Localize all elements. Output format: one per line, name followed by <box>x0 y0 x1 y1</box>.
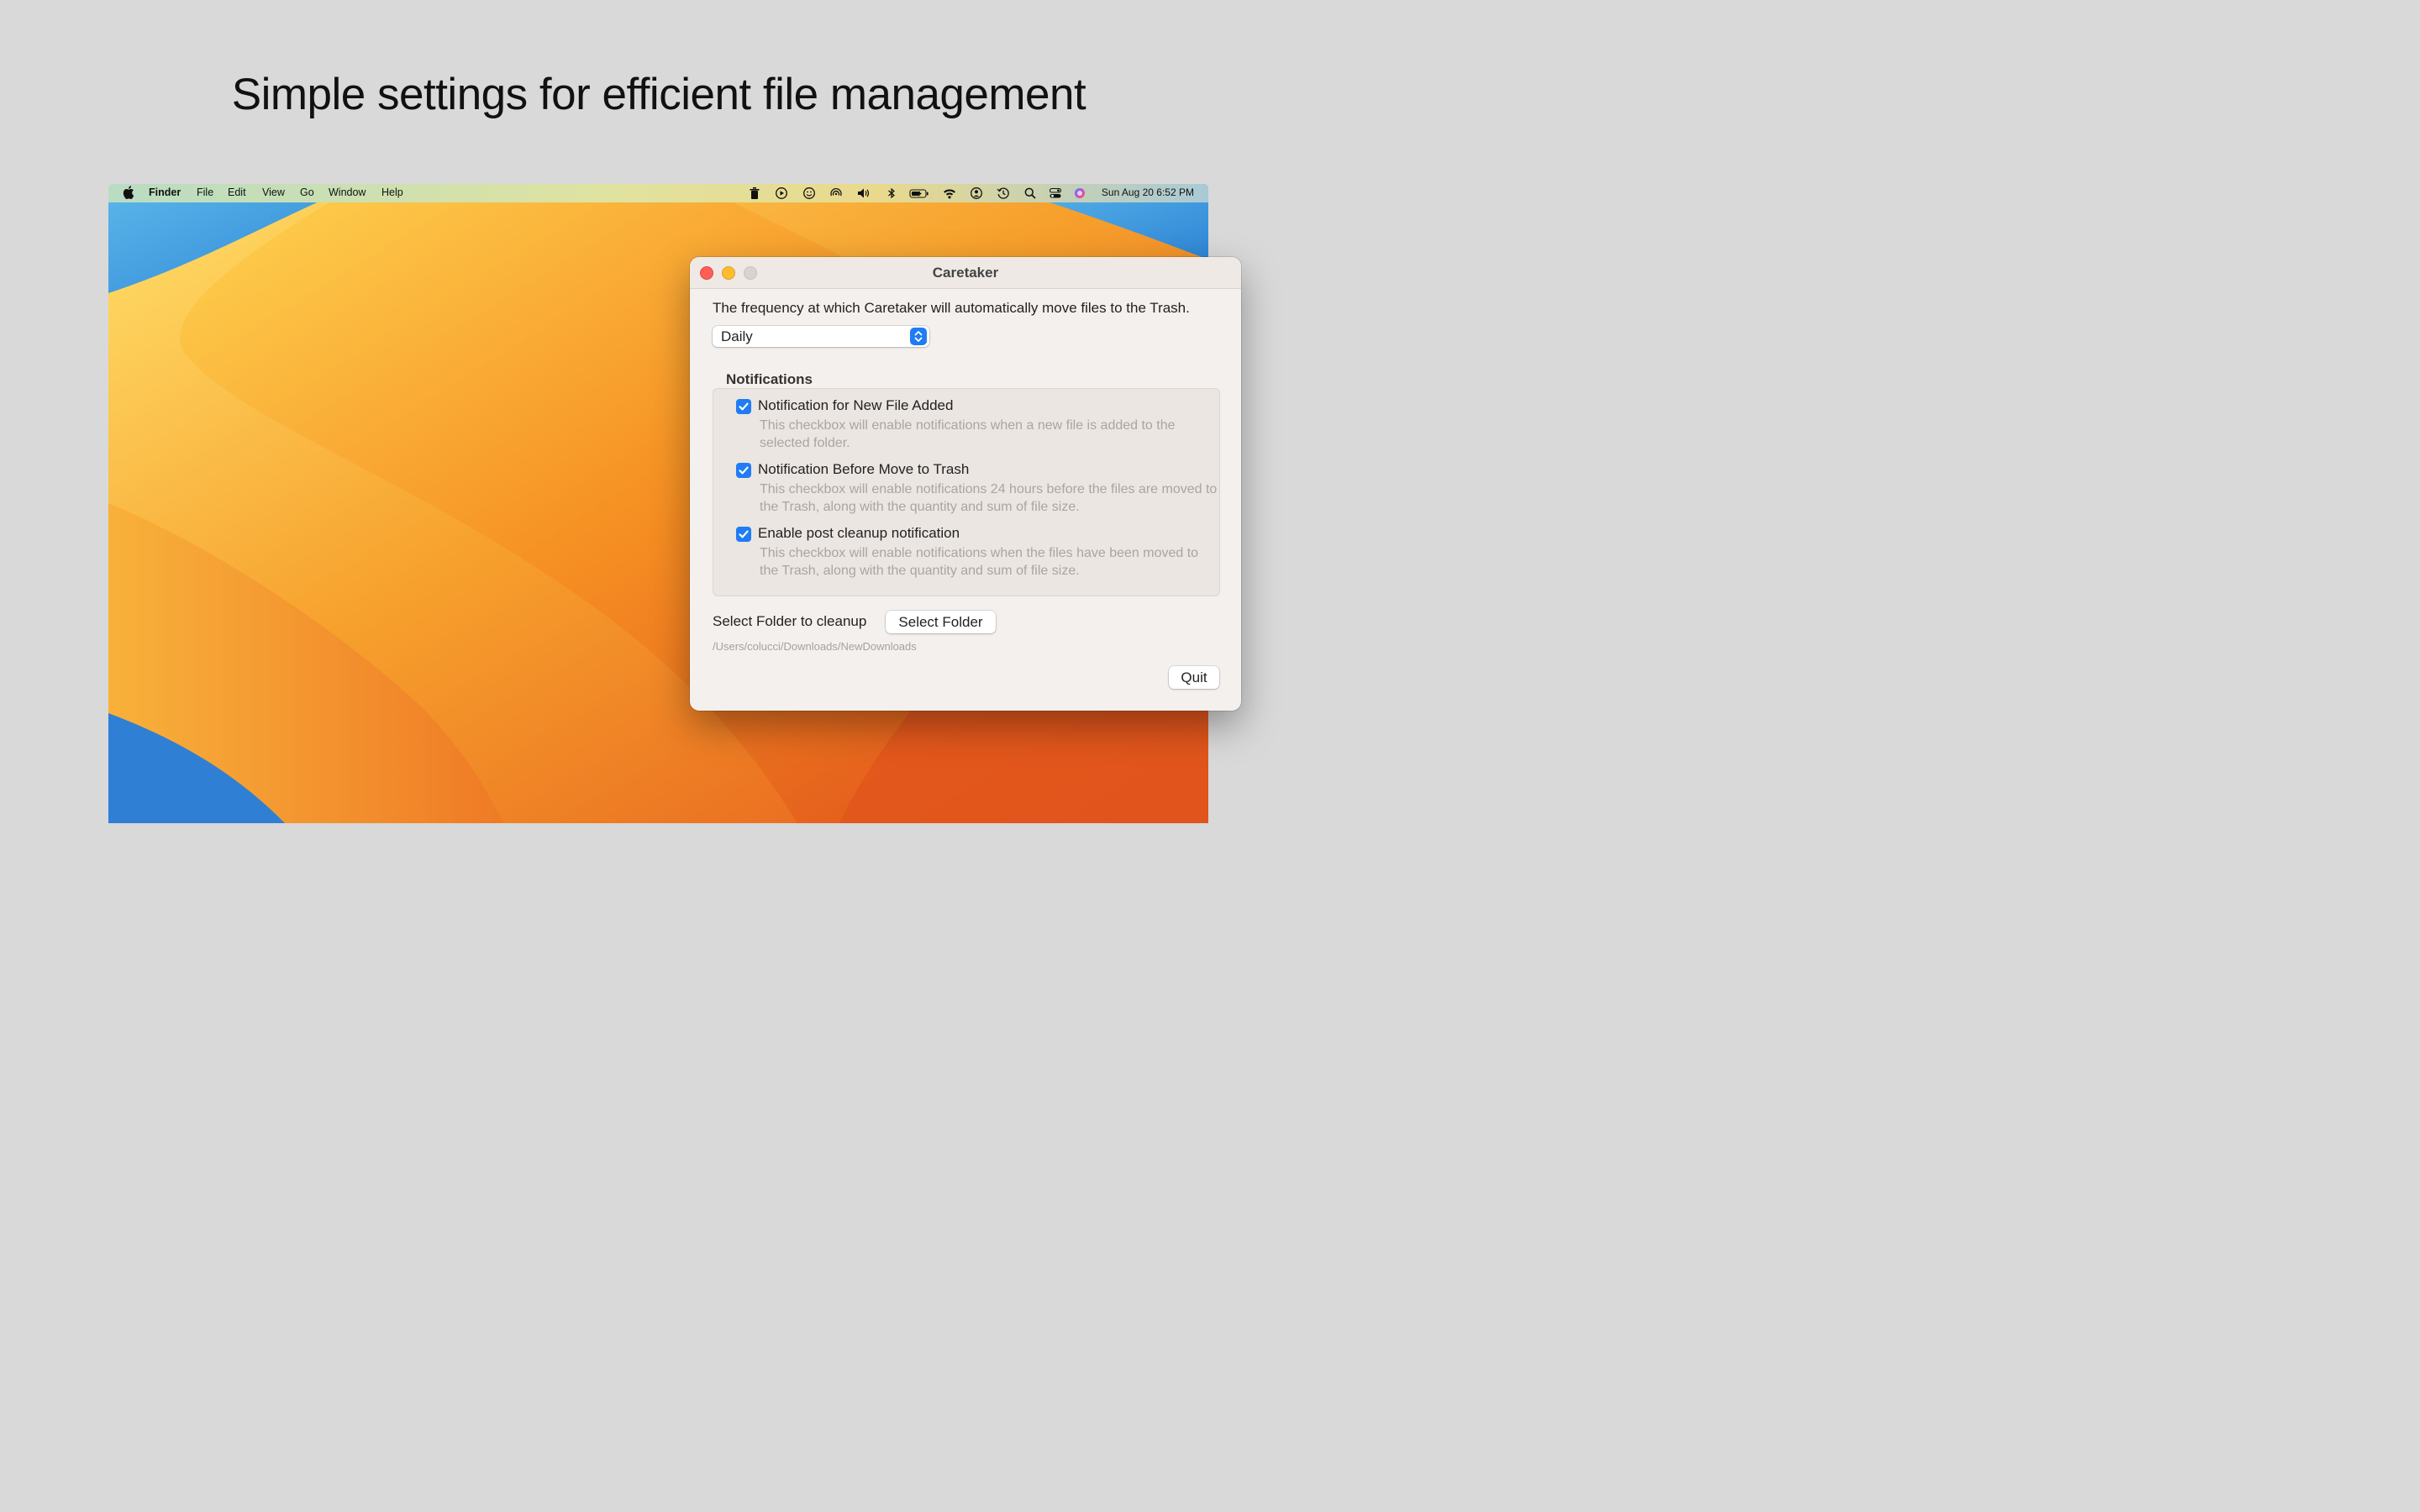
trash-icon[interactable] <box>748 186 761 200</box>
chevron-up-down-icon <box>910 328 927 345</box>
smiley-icon[interactable] <box>802 186 816 200</box>
selected-folder-path: /Users/colucci/Downloads/NewDownloads <box>713 640 917 653</box>
post-cleanup-label[interactable]: Enable post cleanup notification <box>758 525 960 542</box>
wifi-icon[interactable] <box>943 186 956 200</box>
select-folder-label: Select Folder to cleanup <box>713 613 867 629</box>
new-file-description: This checkbox will enable notifications … <box>760 418 1176 450</box>
menu-app-name[interactable]: Finder <box>149 186 181 198</box>
control-center-icon[interactable] <box>1049 186 1062 200</box>
menu-help[interactable]: Help <box>381 186 403 198</box>
post-cleanup-description: This checkbox will enable notifications … <box>760 546 1199 578</box>
menu-bar-clock[interactable]: Sun Aug 20 6:52 PM <box>1102 186 1194 198</box>
headline: Simple settings for efficient file manag… <box>231 70 1086 119</box>
user-account-icon[interactable] <box>970 186 983 200</box>
bluetooth-icon[interactable] <box>885 186 898 200</box>
notifications-section-title: Notifications <box>726 371 813 387</box>
select-folder-button[interactable]: Select Folder <box>886 611 996 633</box>
siri-icon[interactable] <box>1073 186 1086 200</box>
time-machine-icon[interactable] <box>997 186 1010 200</box>
apple-logo-icon[interactable] <box>123 186 134 202</box>
checkmark-icon <box>739 530 749 538</box>
menu-window[interactable]: Window <box>329 186 366 198</box>
battery-icon[interactable] <box>909 186 929 200</box>
menu-bar: Finder File Edit View Go Window Help Sun… <box>108 184 1208 202</box>
menu-edit[interactable]: Edit <box>228 186 246 198</box>
menu-go[interactable]: Go <box>300 186 314 198</box>
quit-button[interactable]: Quit <box>1169 666 1219 689</box>
play-circle-icon[interactable] <box>775 186 788 200</box>
before-trash-description: This checkbox will enable notifications … <box>760 482 1218 514</box>
frequency-description: The frequency at which Caretaker will au… <box>713 300 1190 316</box>
window-title: Caretaker <box>932 265 999 281</box>
notifications-group: Notification for New File Added This che… <box>713 388 1220 596</box>
volume-icon[interactable] <box>856 186 870 200</box>
before-trash-checkbox[interactable] <box>736 463 751 478</box>
airdrop-icon[interactable] <box>829 186 843 200</box>
frequency-select[interactable]: Daily <box>713 326 929 347</box>
post-cleanup-checkbox[interactable] <box>736 527 751 542</box>
new-file-label[interactable]: Notification for New File Added <box>758 397 953 414</box>
checkmark-icon <box>739 466 749 475</box>
new-file-checkbox[interactable] <box>736 399 751 414</box>
frequency-select-value: Daily <box>721 328 753 344</box>
caretaker-window: Caretaker The frequency at which Caretak… <box>690 257 1241 711</box>
spotlight-search-icon[interactable] <box>1023 186 1037 200</box>
menu-view[interactable]: View <box>262 186 285 198</box>
before-trash-label[interactable]: Notification Before Move to Trash <box>758 461 969 478</box>
checkmark-icon <box>739 402 749 411</box>
window-titlebar[interactable]: Caretaker <box>690 257 1241 289</box>
menu-file[interactable]: File <box>197 186 213 198</box>
